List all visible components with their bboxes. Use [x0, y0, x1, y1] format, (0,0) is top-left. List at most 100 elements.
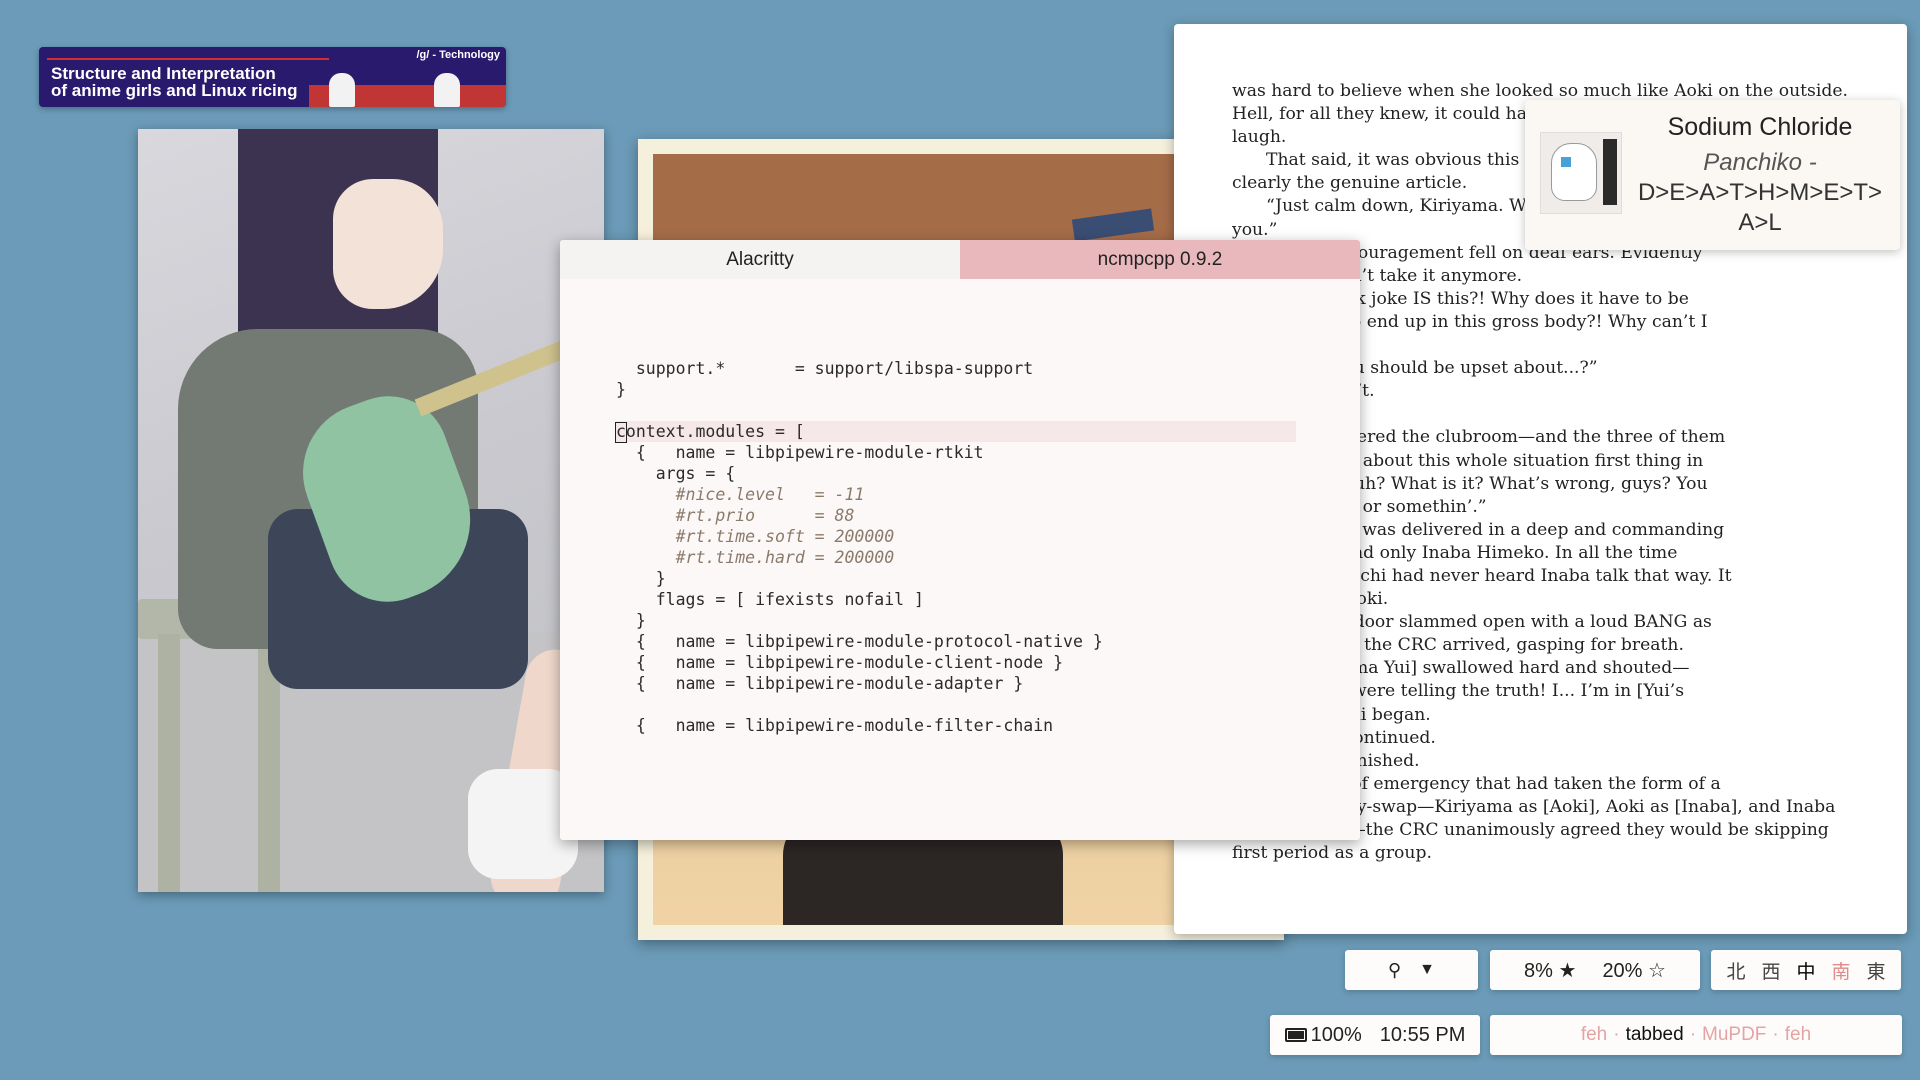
- code-line: { name = libpipewire-module-rtkit: [616, 442, 1356, 463]
- code-text: args = {: [655, 464, 736, 483]
- code-text: }: [635, 611, 646, 630]
- wifi-icon: ▼: [1419, 961, 1436, 978]
- star-filled-icon: ★: [1558, 959, 1577, 982]
- network-widget[interactable]: ⚲ ▼: [1345, 950, 1478, 990]
- cover-face-sketch: [1551, 143, 1597, 201]
- document-line: first period as a group.: [1232, 843, 1432, 864]
- window-item-mupdf[interactable]: MuPDF: [1702, 1024, 1766, 1046]
- workspace-4[interactable]: 南: [1832, 957, 1851, 984]
- code-text: { name = libpipewire-module-adapter }: [635, 674, 1024, 693]
- clock: 10:55 PM: [1379, 1023, 1466, 1046]
- battery-value: 100%: [1310, 1023, 1362, 1046]
- battery-clock-widget[interactable]: 100% 10:55 PM: [1270, 1015, 1480, 1055]
- code-line: support.* = support/libspa-support: [616, 358, 1356, 379]
- code-line: flags = [ ifexists nofail ]: [616, 589, 1356, 610]
- banner-title-line1: Structure and Interpretation: [51, 64, 276, 83]
- window-item-tabbed[interactable]: tabbed: [1626, 1024, 1684, 1046]
- track-title: Sodium Chloride: [1667, 113, 1853, 141]
- code-text: { name = libpipewire-module-client-node …: [635, 653, 1064, 672]
- window-separator: ·: [1772, 1024, 1779, 1045]
- banner-title: Structure and Interpretation of anime gi…: [51, 65, 298, 99]
- code-text: support.* = support/libspa-support: [635, 359, 1034, 378]
- volume-value: 20%: [1602, 959, 1643, 982]
- code-line: }: [616, 568, 1356, 589]
- code-line: { name = libpipewire-module-client-node …: [616, 652, 1356, 673]
- window-list: feh · tabbed · MuPDF · feh: [1490, 1015, 1902, 1055]
- track-artist: Panchiko -: [1703, 149, 1817, 176]
- tab-alacritty[interactable]: Alacritty: [560, 240, 960, 279]
- code-text: { name = libpipewire-module-rtkit: [635, 443, 984, 462]
- banner-board-label: /g/ - Technology: [416, 49, 500, 61]
- battery-indicator: 100%: [1284, 1023, 1362, 1047]
- battery-icon: [1284, 1028, 1307, 1042]
- album-cover: [1540, 132, 1622, 214]
- volume-indicator[interactable]: 20% ☆: [1602, 958, 1666, 983]
- code-line: #rt.time.hard = 200000: [616, 547, 1356, 568]
- star-outline-icon: ☆: [1648, 959, 1666, 982]
- window-separator: ·: [1613, 1024, 1620, 1045]
- banner-mascot-left: [329, 73, 355, 107]
- track-album-line1: D>E>A>T>H>M>E>T>: [1637, 179, 1883, 206]
- brightness-indicator[interactable]: 8% ★: [1524, 958, 1576, 983]
- current-line: context.modules = [: [615, 421, 1296, 443]
- banner-accent-line: [47, 58, 329, 60]
- workspace-5[interactable]: 東: [1867, 957, 1886, 984]
- code-line: #nice.level = -11: [616, 484, 1356, 505]
- location-pin-icon: ⚲: [1387, 959, 1402, 980]
- code-comment: #nice.level = -11: [675, 485, 865, 504]
- workspace-2[interactable]: 西: [1761, 957, 1780, 984]
- brightness-value: 8%: [1524, 959, 1553, 982]
- window-item-feh-2[interactable]: feh: [1785, 1024, 1811, 1046]
- tab-bar: Alacritty ncmpcpp 0.9.2: [560, 240, 1360, 279]
- code-line: }: [616, 610, 1356, 631]
- cover-blue-mark: [1561, 157, 1571, 167]
- code-text: }: [655, 569, 666, 588]
- banner-title-line2: of anime girls and Linux ricing: [51, 81, 298, 100]
- code-line: { name = libpipewire-module-filter-chain: [616, 715, 1356, 736]
- code-line: #rt.time.soft = 200000: [616, 526, 1356, 547]
- cover-logo-tag: [1603, 139, 1617, 205]
- code-text: { name = libpipewire-module-protocol-nat…: [635, 632, 1103, 651]
- code-comment: #rt.time.hard = 200000: [675, 548, 895, 567]
- code-line: args = {: [616, 463, 1356, 484]
- code-comment: #rt.prio = 88: [675, 506, 855, 525]
- code-line: { name = libpipewire-module-adapter }: [616, 673, 1356, 694]
- code-text: { name = libpipewire-module-filter-chain: [635, 716, 1054, 735]
- editor-buffer[interactable]: support.* = support/libspa-support} conte…: [615, 358, 1356, 736]
- feh-image-anime-guitar[interactable]: [138, 129, 604, 892]
- workspace-3[interactable]: 中: [1796, 957, 1815, 984]
- track-album: D>E>A>T>H>M>E>T> A>L: [1625, 178, 1895, 238]
- workspace-1[interactable]: 北: [1726, 957, 1745, 984]
- banner-mascot-right: [434, 73, 460, 107]
- art-face: [333, 179, 443, 309]
- now-playing-notification[interactable]: Sodium Chloride Panchiko - D>E>A>T>H>M>E…: [1525, 100, 1900, 250]
- art-stool-leg: [158, 634, 180, 892]
- tab-ncmpcpp[interactable]: ncmpcpp 0.9.2: [960, 240, 1360, 279]
- code-line: #rt.prio = 88: [616, 505, 1356, 526]
- code-text: context.modules = [: [616, 422, 805, 441]
- track-album-line2: A>L: [1738, 209, 1782, 236]
- workspace-switcher: 北 西 中 南 東: [1711, 950, 1901, 990]
- brightness-volume-widget[interactable]: 8% ★ 20% ☆: [1490, 950, 1700, 990]
- window-item-feh[interactable]: feh: [1581, 1024, 1607, 1046]
- code-text: }: [616, 380, 626, 399]
- code-text: flags = [ ifexists nofail ]: [655, 590, 924, 609]
- board-banner: /g/ - Technology Structure and Interpret…: [39, 47, 506, 107]
- code-comment: #rt.time.soft = 200000: [675, 527, 895, 546]
- tabbed-terminal-window[interactable]: Alacritty ncmpcpp 0.9.2 support.* = supp…: [560, 240, 1360, 840]
